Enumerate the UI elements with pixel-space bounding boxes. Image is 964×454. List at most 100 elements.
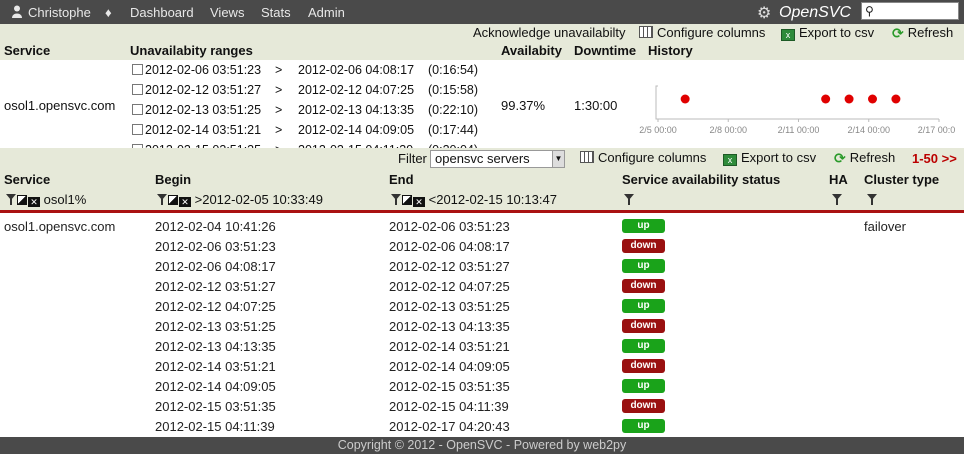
table-export-csv[interactable]: x Export to csv — [723, 150, 816, 166]
filter-icon[interactable] — [391, 194, 401, 205]
cell-begin: 2012-02-12 04:07:25 — [155, 299, 276, 314]
status-badge: down — [622, 399, 665, 413]
summary-row: osol1.opensvc.com 2012-02-06 03:51:23 >20… — [0, 60, 964, 157]
table-row[interactable]: osol1.opensvc.com 2012-02-04 10:41:26 2012… — [0, 216, 964, 236]
acknowledge-button[interactable]: Acknowledge unavailabilty — [473, 25, 625, 40]
summary-configure-columns[interactable]: Configure columns — [639, 25, 765, 40]
search-icon: ⚲ — [865, 4, 874, 18]
table-row[interactable]: 2012-02-15 04:11:39 2012-02-17 04:20:43 up — [0, 416, 964, 436]
service-filter[interactable]: ✕ osol1% — [6, 192, 86, 207]
table-row[interactable]: 2012-02-14 03:51:21 2012-02-14 04:09:05 do… — [0, 356, 964, 376]
search-input[interactable] — [879, 4, 957, 18]
range-duration: (0:15:58) — [428, 83, 479, 97]
cell-begin: 2012-02-15 04:11:39 — [155, 419, 275, 434]
table-row[interactable]: 2012-02-12 03:51:27 2012-02-12 04:07:25 do… — [0, 276, 964, 296]
col-cluster[interactable]: Cluster type — [864, 172, 939, 187]
status-badge: up — [622, 379, 665, 393]
range-checkbox[interactable] — [132, 64, 143, 75]
end-filter[interactable]: ✕ <2012-02-15 10:13:47 — [391, 192, 557, 207]
col-status[interactable]: Service availability status — [622, 172, 780, 187]
table-refresh[interactable]: ⟳ Refresh — [834, 150, 896, 166]
summary-availability: 99.37% — [501, 98, 546, 113]
col-service[interactable]: Service — [4, 172, 50, 187]
cell-end: 2012-02-06 03:51:23 — [389, 219, 510, 234]
search-box[interactable]: ⚲ — [861, 2, 959, 20]
nav-dashboard[interactable]: Dashboard — [130, 5, 194, 20]
configure-label: Configure columns — [657, 25, 766, 40]
cell-end: 2012-02-14 03:51:21 — [389, 339, 510, 354]
cell-end: 2012-02-17 04:20:43 — [389, 419, 510, 434]
cell-begin: 2012-02-13 04:13:35 — [155, 339, 276, 354]
refresh-icon: ⟳ — [892, 25, 904, 41]
summary-service[interactable]: osol1.opensvc.com — [4, 98, 115, 113]
table-row[interactable]: 2012-02-06 04:08:17 2012-02-12 03:51:27 up — [0, 256, 964, 276]
columns-icon — [639, 26, 653, 38]
ha-filter[interactable] — [832, 192, 842, 207]
range-arrow: > — [275, 103, 283, 117]
filter-icon[interactable] — [832, 194, 842, 205]
history-point[interactable] — [821, 94, 831, 104]
cluster-filter[interactable] — [867, 192, 877, 207]
nav-user[interactable]: Christophe — [28, 5, 91, 20]
col-ha[interactable]: HA — [829, 172, 848, 187]
table-row[interactable]: 2012-02-13 03:51:25 2012-02-13 04:13:35 do… — [0, 316, 964, 336]
table-row[interactable]: 2012-02-12 04:07:25 2012-02-13 03:51:25 up — [0, 296, 964, 316]
table-row[interactable]: 2012-02-14 04:09:05 2012-02-15 03:51:35 up — [0, 376, 964, 396]
availability-summary: Acknowledge unavailabilty Configure colu… — [0, 24, 964, 157]
invert-filter-icon[interactable] — [17, 195, 27, 205]
brand-logo[interactable]: OpenSVC — [779, 4, 851, 22]
refresh-label: Refresh — [849, 150, 896, 165]
table-row[interactable]: 2012-02-13 04:13:35 2012-02-14 03:51:21 up — [0, 336, 964, 356]
pager-link[interactable]: 1-50 >> — [912, 151, 957, 166]
range-begin: 2012-02-14 03:51:21 — [145, 123, 262, 137]
status-badge: up — [622, 259, 665, 273]
summary-downtime: 1:30:00 — [574, 98, 618, 113]
summary-export-csv[interactable]: x Export to csv — [781, 25, 874, 41]
range-end: 2012-02-12 04:07:25 — [298, 83, 415, 97]
range-duration: (0:16:54) — [428, 63, 479, 77]
status-badge: up — [622, 219, 665, 233]
history-point[interactable] — [844, 94, 854, 104]
col-begin[interactable]: Begin — [155, 172, 191, 187]
history-point[interactable] — [867, 94, 877, 104]
status-filter[interactable] — [624, 192, 634, 207]
table-row[interactable]: 2012-02-15 03:51:35 2012-02-15 04:11:39 do… — [0, 396, 964, 416]
clear-filter-icon[interactable]: ✕ — [179, 197, 191, 207]
range-checkbox[interactable] — [132, 124, 143, 135]
clear-filter-icon[interactable]: ✕ — [28, 197, 40, 207]
invert-filter-icon[interactable] — [168, 195, 178, 205]
columns-icon — [580, 151, 594, 163]
gear-icon[interactable]: ⚙ — [757, 3, 771, 23]
clear-filter-icon[interactable]: ✕ — [413, 197, 425, 207]
table-configure-columns[interactable]: Configure columns — [580, 150, 706, 165]
history-point[interactable] — [680, 94, 690, 104]
range-checkbox[interactable] — [132, 104, 143, 115]
nav-views[interactable]: Views — [210, 5, 244, 20]
invert-filter-icon[interactable] — [402, 195, 412, 205]
header-ranges: Unavailabity ranges — [130, 43, 253, 58]
cell-end: 2012-02-12 04:07:25 — [389, 279, 510, 294]
filter-icon[interactable] — [624, 194, 634, 205]
col-end[interactable]: End — [389, 172, 414, 187]
summary-refresh[interactable]: ⟳ Refresh — [892, 25, 953, 41]
begin-filter[interactable]: ✕ >2012-02-05 10:33:49 — [157, 192, 323, 207]
filter-icon[interactable] — [6, 194, 16, 205]
range-checkbox[interactable] — [132, 84, 143, 95]
cell-end: 2012-02-15 04:11:39 — [389, 399, 509, 414]
history-point[interactable] — [891, 94, 901, 104]
range-end: 2012-02-14 04:09:05 — [298, 123, 415, 137]
status-badge: down — [622, 359, 665, 373]
configure-label: Configure columns — [598, 150, 707, 165]
footer: Copyright © 2012 - OpenSVC - Powered by … — [0, 437, 964, 454]
nav-admin[interactable]: Admin — [308, 5, 345, 20]
range-begin: 2012-02-13 03:51:25 — [145, 103, 262, 117]
filter-select[interactable]: opensvc servers ▼ — [430, 150, 565, 168]
filter-icon[interactable] — [157, 194, 167, 205]
history-tick-label: 2/17 00:00 — [918, 125, 955, 135]
csv-icon: x — [781, 29, 795, 41]
nav-stats[interactable]: Stats — [261, 5, 291, 20]
range-duration: (0:22:10) — [428, 103, 479, 117]
table-row[interactable]: 2012-02-06 03:51:23 2012-02-06 04:08:17 do… — [0, 236, 964, 256]
filter-icon[interactable] — [867, 194, 877, 205]
status-badge: down — [622, 239, 665, 253]
